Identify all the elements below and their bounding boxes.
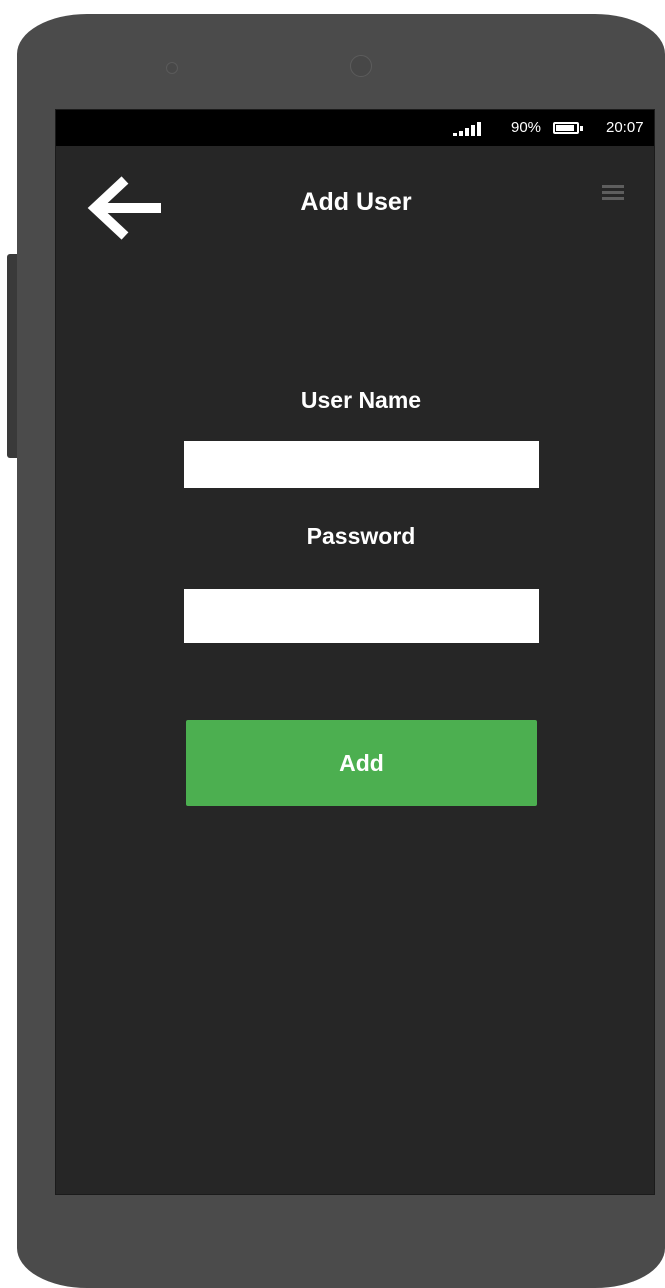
signal-icon bbox=[453, 122, 493, 136]
password-input[interactable] bbox=[184, 589, 539, 643]
front-camera bbox=[350, 55, 372, 77]
status-bar: 90% 20:07 bbox=[56, 110, 654, 146]
back-button[interactable] bbox=[85, 172, 165, 242]
phone-side-button bbox=[7, 254, 17, 458]
battery-percent: 90% bbox=[511, 119, 542, 136]
battery-icon bbox=[553, 122, 579, 134]
username-label: User Name bbox=[300, 387, 422, 413]
battery-fill bbox=[556, 125, 574, 131]
menu-button[interactable] bbox=[600, 183, 628, 203]
password-label: Password bbox=[306, 523, 416, 549]
app-screen: 90% 20:07 Add User User Name Password Ad… bbox=[55, 109, 655, 1195]
add-button[interactable]: Add bbox=[186, 720, 537, 806]
status-time: 20:07 bbox=[606, 119, 644, 136]
sensor-dot bbox=[166, 62, 178, 74]
page-title: Add User bbox=[300, 188, 412, 216]
username-input[interactable] bbox=[184, 441, 539, 488]
battery-tip bbox=[580, 126, 583, 131]
phone-frame: 90% 20:07 Add User User Name Password Ad… bbox=[17, 14, 665, 1288]
hamburger-menu-icon bbox=[602, 185, 624, 188]
arrow-left-icon bbox=[87, 176, 161, 240]
